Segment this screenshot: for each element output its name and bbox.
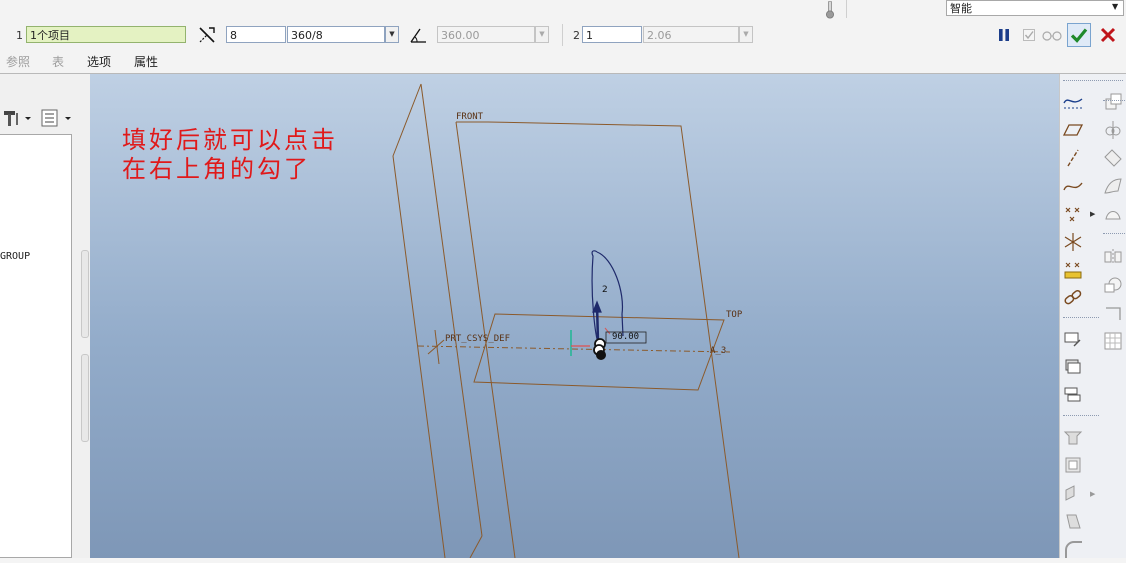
checkbox-icon[interactable]	[1021, 26, 1037, 44]
datum-plane-icon[interactable]	[1062, 119, 1084, 141]
angle-icon[interactable]	[407, 25, 429, 45]
axis-a3	[417, 345, 731, 353]
filter-dropdown-icon[interactable]: ▼	[1112, 2, 1118, 11]
chain-link-icon[interactable]	[1062, 287, 1084, 309]
datum-display-icon[interactable]	[1062, 91, 1084, 113]
fill-surface-icon[interactable]	[1102, 203, 1124, 225]
draft-icon[interactable]	[1062, 510, 1084, 532]
feature-dashboard: 1 1个项目 8 360/8 ▼ 360.00 ▼ 2 1 2.06 ▼ 智能 …	[0, 0, 1126, 74]
hammer-settings-icon[interactable]	[2, 108, 34, 128]
direction2-spacing-input[interactable]: 2.06	[643, 26, 739, 43]
references-collector[interactable]: 1个项目	[26, 26, 186, 43]
extent-angle-dropdown[interactable]: ▼	[535, 26, 549, 43]
tab-table[interactable]: 表	[52, 53, 64, 70]
dragger-handle	[593, 338, 606, 360]
direction2-spacing-dropdown[interactable]: ▼	[739, 26, 753, 43]
rib-icon[interactable]	[1062, 482, 1084, 504]
thermometer-icon	[823, 0, 837, 20]
direction2-count-input[interactable]: 1	[582, 26, 642, 43]
copy-geometry-icon[interactable]	[1102, 91, 1124, 113]
selection-filter[interactable]: 智能	[946, 0, 1124, 16]
accept-check-icon[interactable]	[1067, 23, 1091, 47]
trim-icon[interactable]	[1102, 274, 1124, 296]
tab-properties[interactable]: 属性	[134, 53, 158, 70]
mirror-icon[interactable]	[1102, 246, 1124, 268]
increment-angle-dropdown[interactable]: ▼	[385, 26, 399, 43]
merge-icon[interactable]	[1102, 119, 1124, 141]
direction2-label: 2	[573, 29, 580, 42]
panel-sash-upper[interactable]	[81, 250, 89, 338]
glasses-icon[interactable]	[1040, 26, 1064, 44]
datum-label-front: FRONT	[456, 112, 484, 122]
surface-icon[interactable]	[1102, 175, 1124, 197]
pause-icon[interactable]	[995, 26, 1013, 44]
tutorial-annotation: 填好后就可以点击 在右上角的勾了	[122, 126, 338, 183]
offset-icon[interactable]	[1102, 147, 1124, 169]
selection-filter-value: 智能	[950, 2, 972, 15]
table-grid-icon[interactable]	[1102, 330, 1124, 352]
extend-icon[interactable]	[1102, 302, 1124, 324]
toolbar-separator	[1063, 80, 1123, 81]
tree-list-icon[interactable]	[40, 108, 74, 128]
datum-plane-right	[392, 83, 483, 558]
dashboard-separator	[846, 0, 847, 18]
flyout-arrow-icon[interactable]: ▶	[1090, 490, 1095, 498]
increment-angle-input[interactable]: 360/8	[287, 26, 385, 43]
panel-sash-lower[interactable]	[81, 354, 89, 442]
cancel-x-icon[interactable]	[1097, 25, 1119, 45]
model-tree: GROUP	[0, 134, 72, 558]
dimension-angle-label[interactable]: 90.00	[612, 332, 639, 342]
graphics-window[interactable]: 填好后就可以点击 在右上角的勾了 FRONT TOP PRT_CSYS_DEF …	[90, 74, 1059, 558]
datum-label-csys: PRT_CSYS_DEF	[445, 334, 511, 344]
tab-references[interactable]: 参照	[6, 53, 30, 70]
tab-options[interactable]: 选项	[87, 53, 111, 70]
revolve-icon[interactable]	[1062, 384, 1084, 406]
right-toolbar: ▶ ▶	[1059, 74, 1126, 558]
references-count-label: 1	[16, 29, 23, 42]
toolbar-separator	[1063, 415, 1099, 416]
datum-axis-icon[interactable]	[1062, 147, 1084, 169]
dimension-count-label[interactable]: 2	[602, 285, 608, 295]
datum-csys-icon[interactable]	[1062, 231, 1084, 253]
direction-icon[interactable]	[196, 25, 218, 45]
round-icon[interactable]	[1062, 538, 1084, 560]
increment-count-input[interactable]: 8	[226, 26, 286, 43]
hole-icon[interactable]	[1062, 426, 1084, 448]
analysis-icon[interactable]	[1062, 259, 1084, 281]
dashboard-separator	[562, 24, 563, 46]
datum-label-top: TOP	[726, 310, 743, 320]
csys-marker	[427, 329, 445, 365]
flyout-arrow-icon[interactable]: ▶	[1090, 210, 1095, 218]
toolbar-separator	[1063, 317, 1099, 318]
sketch-icon[interactable]	[1062, 328, 1084, 350]
extent-angle-input[interactable]: 360.00	[437, 26, 535, 43]
tree-item-group[interactable]: GROUP	[0, 251, 30, 262]
datum-point-icon[interactable]	[1062, 203, 1084, 225]
datum-curve-icon[interactable]	[1062, 175, 1084, 197]
extrude-icon[interactable]	[1062, 356, 1084, 378]
datum-label-axis: A_3	[710, 346, 727, 356]
toolbar-separator	[1103, 233, 1125, 234]
toolbar-separator	[1103, 100, 1125, 101]
shell-icon[interactable]	[1062, 454, 1084, 476]
